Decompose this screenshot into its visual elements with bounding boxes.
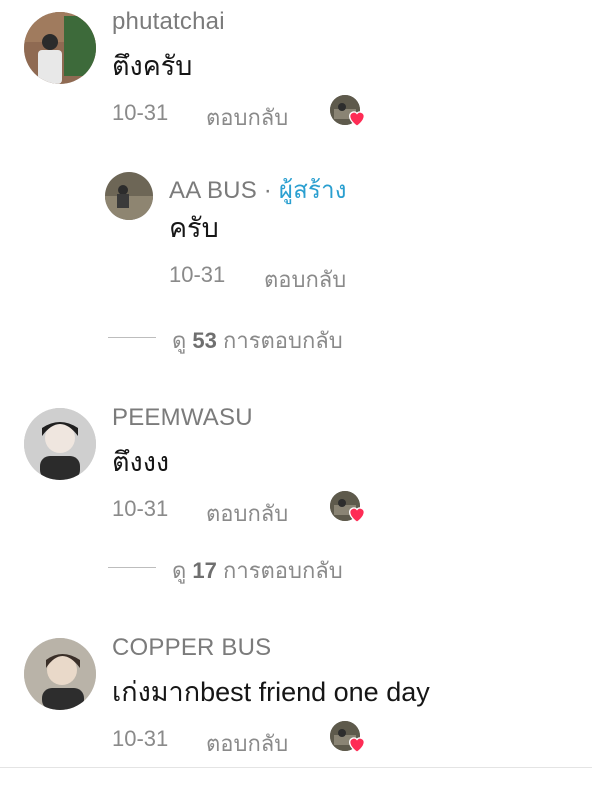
comment-date: 10-31 bbox=[112, 100, 169, 125]
heart-icon bbox=[348, 111, 366, 128]
avatar[interactable] bbox=[24, 638, 96, 710]
comment-text: ตึงครับ bbox=[112, 51, 193, 81]
comment-username[interactable]: phutatchai bbox=[112, 8, 225, 36]
heart-icon bbox=[348, 737, 366, 754]
bottom-divider bbox=[0, 767, 592, 768]
view-replies-label[interactable]: ดู 53 การตอบกลับ bbox=[172, 323, 343, 358]
comment-date: 10-31 bbox=[112, 496, 169, 521]
view-replies-label[interactable]: ดู 17 การตอบกลับ bbox=[172, 553, 343, 588]
divider-line bbox=[108, 567, 156, 568]
creator-liked-badge bbox=[330, 491, 366, 525]
creator-separator: · bbox=[263, 177, 272, 204]
reply-text: ครับ bbox=[169, 213, 219, 243]
view-replies-button[interactable]: ดู 53 การตอบกลับ bbox=[108, 323, 388, 353]
reply-username[interactable]: AA BUS · ผู้สร้าง bbox=[169, 170, 347, 209]
reply-date: 10-31 bbox=[169, 262, 226, 287]
comment-username[interactable]: COPPER BUS bbox=[112, 634, 271, 662]
comment-username[interactable]: PEEMWASU bbox=[112, 404, 253, 432]
creator-liked-badge bbox=[330, 721, 366, 755]
heart-icon bbox=[348, 507, 366, 524]
creator-tag: ผู้สร้าง bbox=[278, 177, 347, 204]
reply-username-text[interactable]: AA BUS bbox=[169, 177, 257, 204]
avatar[interactable] bbox=[24, 12, 96, 84]
comment-text: ตึงงง bbox=[112, 447, 170, 477]
view-replies-button[interactable]: ดู 17 การตอบกลับ bbox=[108, 553, 388, 583]
reply-button[interactable]: ตอบกลับ bbox=[206, 100, 288, 135]
reply-button[interactable]: ตอบกลับ bbox=[206, 496, 288, 531]
comment-text: เก่งมากbest friend one day bbox=[112, 677, 430, 707]
avatar[interactable] bbox=[105, 172, 153, 220]
creator-liked-badge bbox=[330, 95, 366, 129]
avatar[interactable] bbox=[24, 408, 96, 480]
comment-date: 10-31 bbox=[112, 726, 169, 751]
reply-button[interactable]: ตอบกลับ bbox=[206, 726, 288, 761]
reply-button[interactable]: ตอบกลับ bbox=[264, 262, 346, 297]
divider-line bbox=[108, 337, 156, 338]
